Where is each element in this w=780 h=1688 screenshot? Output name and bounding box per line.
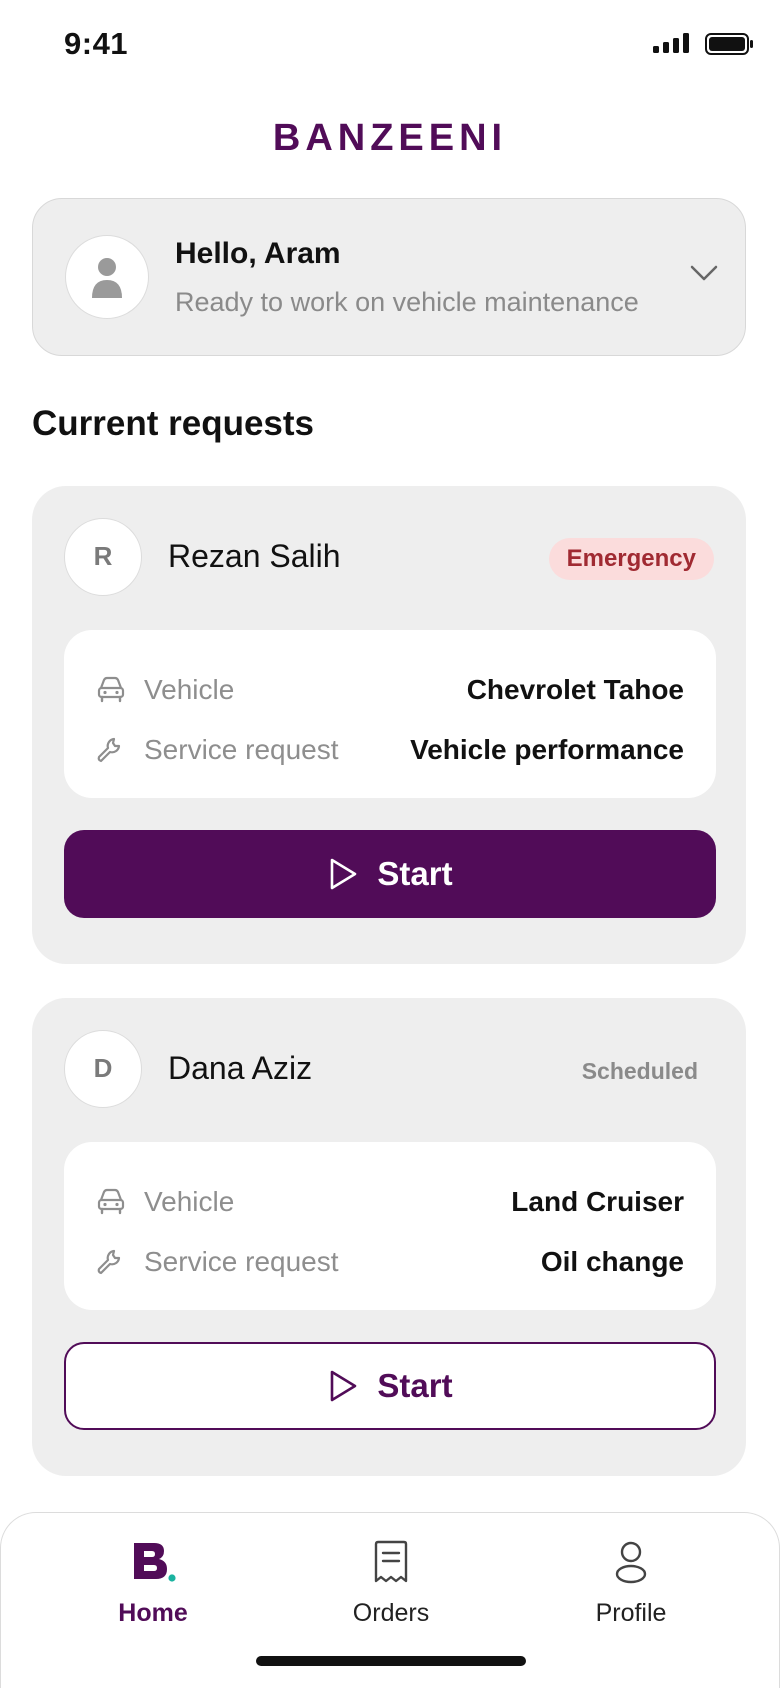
start-button-label: Start: [377, 1367, 453, 1404]
play-icon: [331, 1370, 357, 1402]
tab-profile-label: Profile: [595, 1599, 667, 1627]
person-icon: [615, 1541, 647, 1584]
receipt-icon: [374, 1540, 408, 1583]
customer-avatar: D: [64, 1030, 142, 1108]
service-label: Service request: [144, 734, 339, 765]
customer-name: Dana Aziz: [168, 1050, 313, 1086]
section-title: Current requests: [32, 404, 315, 443]
tab-home-label: Home: [118, 1599, 188, 1627]
request-details: Vehicle Land Cruiser Service request Oil…: [64, 1142, 716, 1310]
car-icon: [97, 676, 125, 703]
request-card: R Rezan Salih Emergency Vehicle Chevrole…: [32, 486, 746, 964]
start-button[interactable]: Start: [64, 830, 716, 918]
customer-name: Rezan Salih: [168, 538, 341, 574]
user-icon: [92, 258, 122, 298]
vehicle-label: Vehicle: [144, 1186, 235, 1217]
wrench-icon: [97, 1249, 121, 1275]
status-badge: Emergency: [548, 538, 714, 580]
play-icon: [331, 858, 357, 890]
service-value: Oil change: [540, 1246, 684, 1277]
svg-text:BANZEENI: BANZEENI: [273, 117, 507, 159]
greeting-title: Hello, Aram: [175, 237, 341, 270]
status-badge: Scheduled: [581, 1058, 698, 1084]
banzeeni-wordmark: BANZEENI: [273, 117, 507, 159]
vehicle-row: Vehicle Land Cruiser: [64, 1182, 716, 1222]
wrench-icon: [97, 737, 121, 763]
home-indicator: [256, 1656, 526, 1666]
tab-orders[interactable]: Orders: [291, 1539, 491, 1639]
avatar: [65, 235, 149, 319]
vehicle-value: Land Cruiser: [511, 1186, 684, 1217]
home-logo-icon: [134, 1543, 176, 1582]
service-row: Service request Vehicle performance: [64, 730, 716, 770]
vehicle-row: Vehicle Chevrolet Tahoe: [64, 670, 716, 710]
tab-profile[interactable]: Profile: [531, 1539, 731, 1639]
brand-logo: BANZEENI: [0, 112, 780, 165]
status-bar: 9:41: [0, 0, 780, 90]
vehicle-value: Chevrolet Tahoe: [466, 674, 684, 705]
battery-icon: [705, 33, 753, 55]
chevron-down-icon[interactable]: [689, 263, 719, 283]
vehicle-label: Vehicle: [144, 674, 235, 705]
start-button[interactable]: Start: [64, 1342, 716, 1430]
request-details: Vehicle Chevrolet Tahoe Service request …: [64, 630, 716, 798]
tab-home[interactable]: Home: [53, 1539, 253, 1639]
service-value: Vehicle performance: [410, 734, 684, 765]
greeting-subtitle: Ready to work on vehicle maintenance: [175, 287, 639, 317]
service-row: Service request Oil change: [64, 1242, 716, 1282]
request-card: D Dana Aziz Scheduled Vehicle Land Cruis…: [32, 998, 746, 1476]
car-icon: [97, 1188, 125, 1215]
tab-orders-label: Orders: [352, 1599, 430, 1627]
signal-icon: [653, 33, 689, 53]
greeting-card[interactable]: Hello, Aram Ready to work on vehicle mai…: [32, 198, 746, 356]
service-label: Service request: [144, 1246, 339, 1277]
start-button-label: Start: [377, 855, 453, 892]
status-time: 9:41: [64, 26, 129, 61]
customer-avatar: R: [64, 518, 142, 596]
